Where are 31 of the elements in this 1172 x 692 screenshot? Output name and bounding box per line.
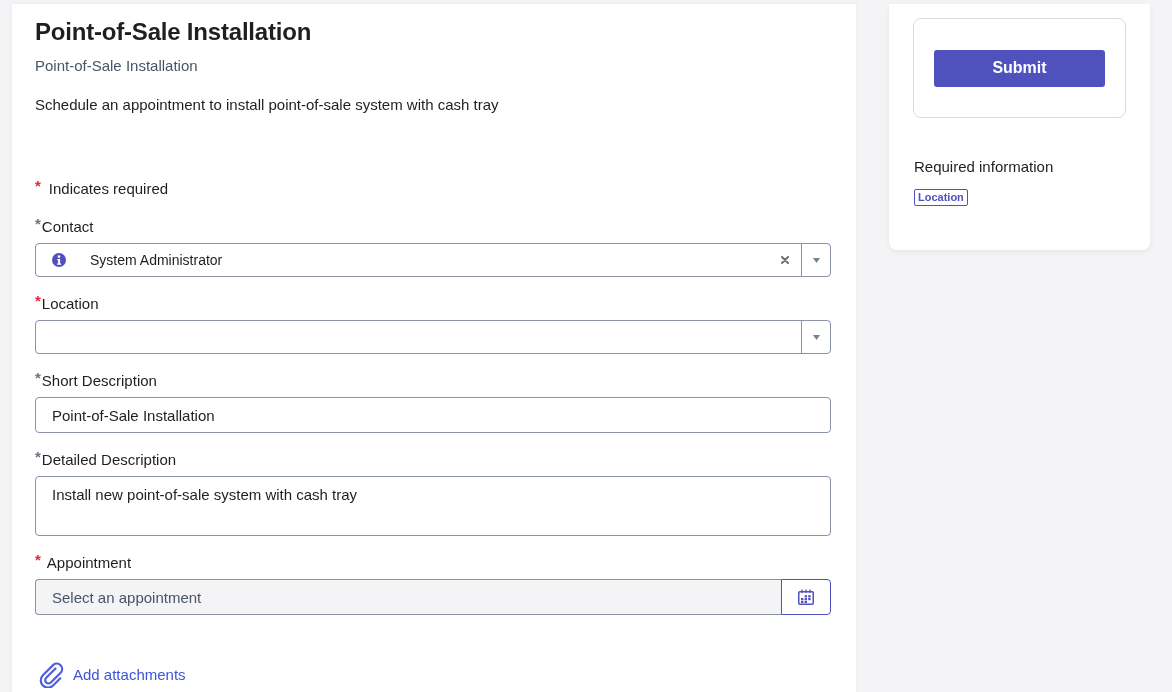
required-marker: * [35, 179, 41, 192]
caret-icon [812, 257, 820, 263]
required-marker: * [35, 553, 41, 566]
reference-field[interactable] [35, 320, 831, 354]
field-label: Detailed Description [41, 450, 177, 470]
field-label: Location [41, 294, 99, 314]
date-input[interactable]: Select an appointment [35, 579, 781, 615]
required-marker: * [35, 294, 41, 307]
required-note: Indicates required [48, 179, 169, 199]
page-subtitle: Point-of-Sale Installation [35, 56, 199, 76]
calendar-button[interactable] [781, 579, 831, 615]
required-info-title: Required information [914, 157, 1055, 177]
add-attachments-link[interactable]: Add attachments [39, 662, 186, 688]
required-marker: * [35, 371, 41, 384]
page-description: Schedule an appointment to install point-of-sale system with cash tray [35, 95, 500, 115]
field-label: Short Description [41, 371, 157, 391]
field-label: Appointment [46, 553, 132, 573]
clear-icon[interactable] [781, 256, 789, 264]
paperclip-icon [39, 662, 65, 688]
field-label: Contact [41, 217, 94, 237]
required-marker: * [35, 450, 41, 463]
textarea-field[interactable]: Install new point-of-sale system with cash tray [35, 476, 831, 536]
page-title: Point-of-Sale Installation [35, 17, 313, 47]
required-field-tag[interactable]: Location [914, 189, 968, 206]
caret-icon [812, 334, 820, 340]
info-icon [52, 253, 66, 267]
submit-button[interactable]: Submit [934, 49, 1105, 87]
reference-field[interactable]: System Administrator [35, 243, 831, 277]
required-marker: * [35, 217, 41, 230]
text-input[interactable]: Point-of-Sale Installation [35, 397, 831, 433]
calendar-icon [798, 589, 814, 605]
